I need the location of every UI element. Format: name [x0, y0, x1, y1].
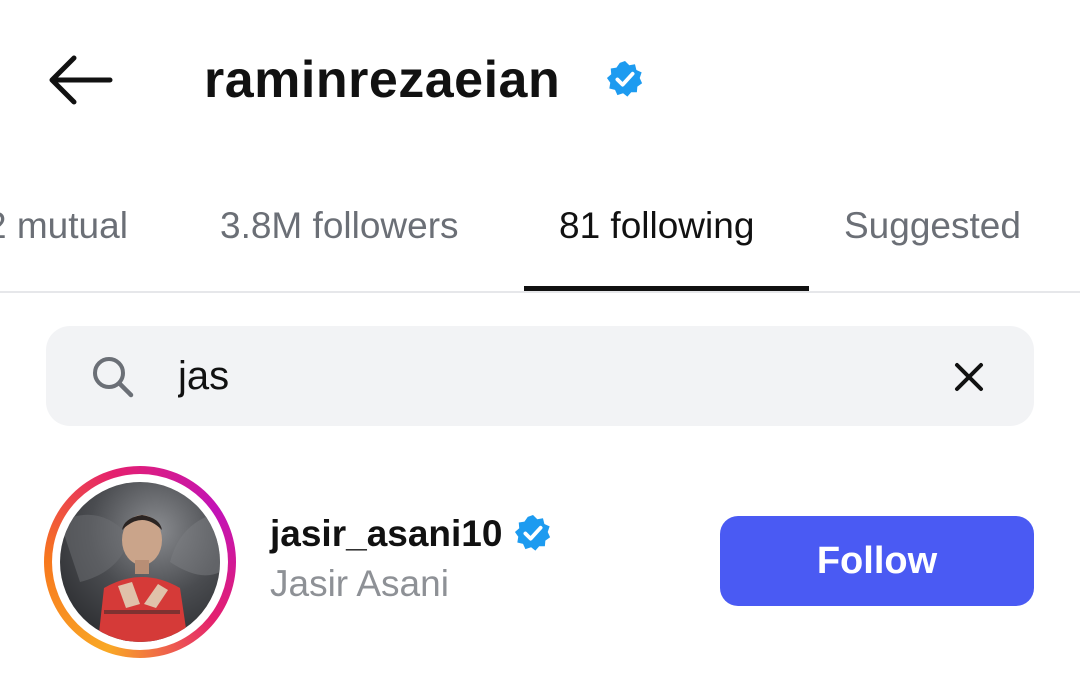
avatar — [60, 482, 220, 642]
back-button[interactable] — [44, 52, 114, 108]
arrow-left-icon — [49, 55, 113, 105]
full-name: Jasir Asani — [270, 563, 449, 604]
tab-following[interactable]: 81 following — [559, 204, 754, 248]
verified-badge-icon — [514, 514, 552, 552]
search-icon — [90, 354, 136, 400]
search-input[interactable] — [178, 348, 918, 404]
search-bar[interactable] — [46, 326, 1034, 426]
tab-followers[interactable]: 3.8M followers — [220, 204, 459, 248]
follow-tabs: 2 mutual 3.8M followers 81 following Sug… — [0, 180, 1080, 292]
list-item[interactable]: jasir_asani10 Jasir Asani Follow — [0, 460, 1080, 660]
page-title: raminrezaeian — [204, 51, 561, 109]
username[interactable]: jasir_asani10 — [270, 512, 502, 556]
follow-button[interactable]: Follow — [720, 516, 1034, 606]
tabs-divider — [0, 291, 1080, 293]
tab-suggested[interactable]: Suggested — [844, 204, 1021, 248]
top-bar: raminrezaeian — [0, 0, 1080, 160]
tab-mutual[interactable]: 2 mutual — [0, 204, 128, 248]
close-icon — [955, 363, 983, 391]
clear-search-button[interactable] — [948, 356, 990, 398]
story-ring[interactable] — [44, 466, 236, 658]
verified-badge-icon — [606, 60, 644, 98]
